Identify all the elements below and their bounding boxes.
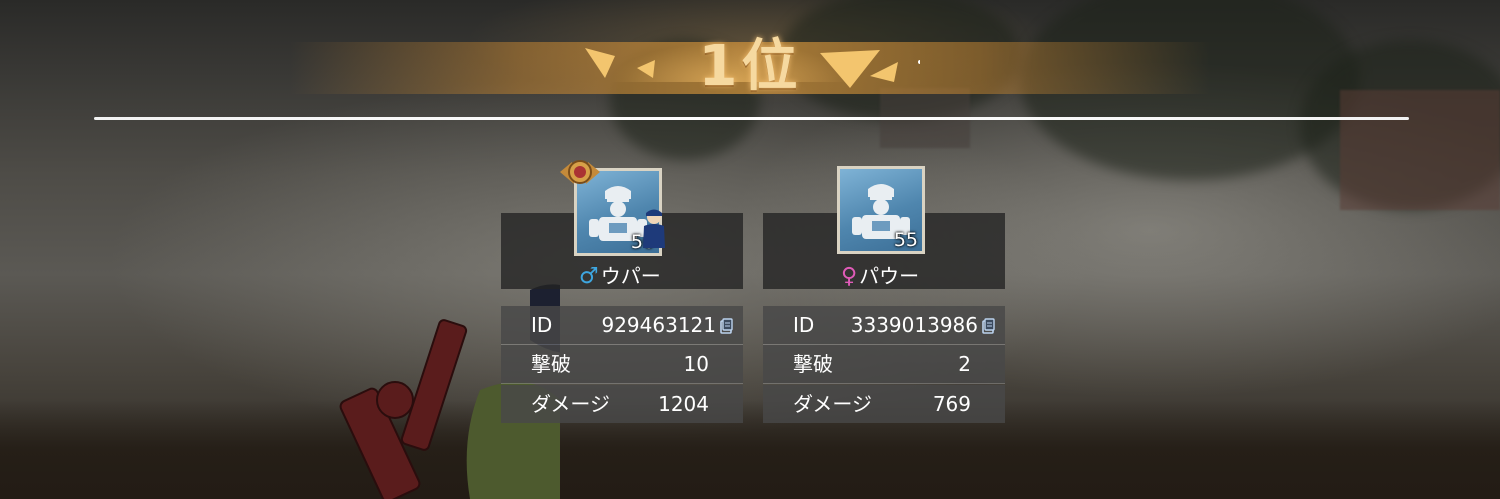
- copy-id-icon[interactable]: [982, 308, 995, 334]
- damage-value: 769: [932, 392, 971, 416]
- stat-separator: [763, 383, 1005, 384]
- id-label: ID: [793, 313, 815, 337]
- rank-title: 1位: [698, 34, 802, 99]
- kills-label: 撃破: [793, 352, 833, 376]
- mini-character-icon: [643, 209, 665, 248]
- player-name-row: ♀ パウー: [841, 262, 919, 290]
- damage-value: 1204: [658, 392, 709, 416]
- player-id-row: ID 3339013986: [763, 306, 1005, 344]
- kills-value: 10: [683, 352, 709, 376]
- damage-label: ダメージ: [793, 392, 872, 416]
- female-gender-icon: ♀: [841, 264, 858, 289]
- header-divider: [94, 117, 1409, 120]
- kills-value: 2: [958, 352, 971, 376]
- rank-badge-icon: [560, 160, 600, 184]
- id-number: 929463121: [601, 313, 716, 337]
- player-name-row: ♂ ウパー: [579, 262, 661, 290]
- player-kills-row: 撃破 10: [501, 345, 743, 383]
- id-value: 3339013986: [851, 306, 995, 344]
- house-silhouette: [1340, 90, 1500, 210]
- ground: [0, 400, 1500, 499]
- player-name: ウパー: [600, 264, 661, 288]
- male-gender-icon: ♂: [579, 264, 599, 289]
- player-id-row: ID 929463121: [501, 306, 743, 344]
- id-label: ID: [531, 313, 553, 337]
- player-name: パウー: [859, 264, 920, 288]
- id-value: 929463121: [601, 306, 733, 344]
- stat-separator: [501, 383, 743, 384]
- player-stats: ID 3339013986 撃破 2 ダメージ 769: [763, 306, 1005, 426]
- copy-id-icon[interactable]: [720, 308, 733, 334]
- damage-label: ダメージ: [531, 392, 610, 416]
- player-stats: ID 929463121 撃破 10 ダメージ 1204: [501, 306, 743, 426]
- player-damage-row: ダメージ 1204: [501, 385, 743, 423]
- player-avatar[interactable]: 55: [837, 166, 925, 254]
- player-kills-row: 撃破 2: [763, 345, 1005, 383]
- player-level: 55: [893, 229, 918, 251]
- id-number: 3339013986: [850, 313, 978, 337]
- player-damage-row: ダメージ 769: [763, 385, 1005, 423]
- kills-label: 撃破: [531, 352, 571, 376]
